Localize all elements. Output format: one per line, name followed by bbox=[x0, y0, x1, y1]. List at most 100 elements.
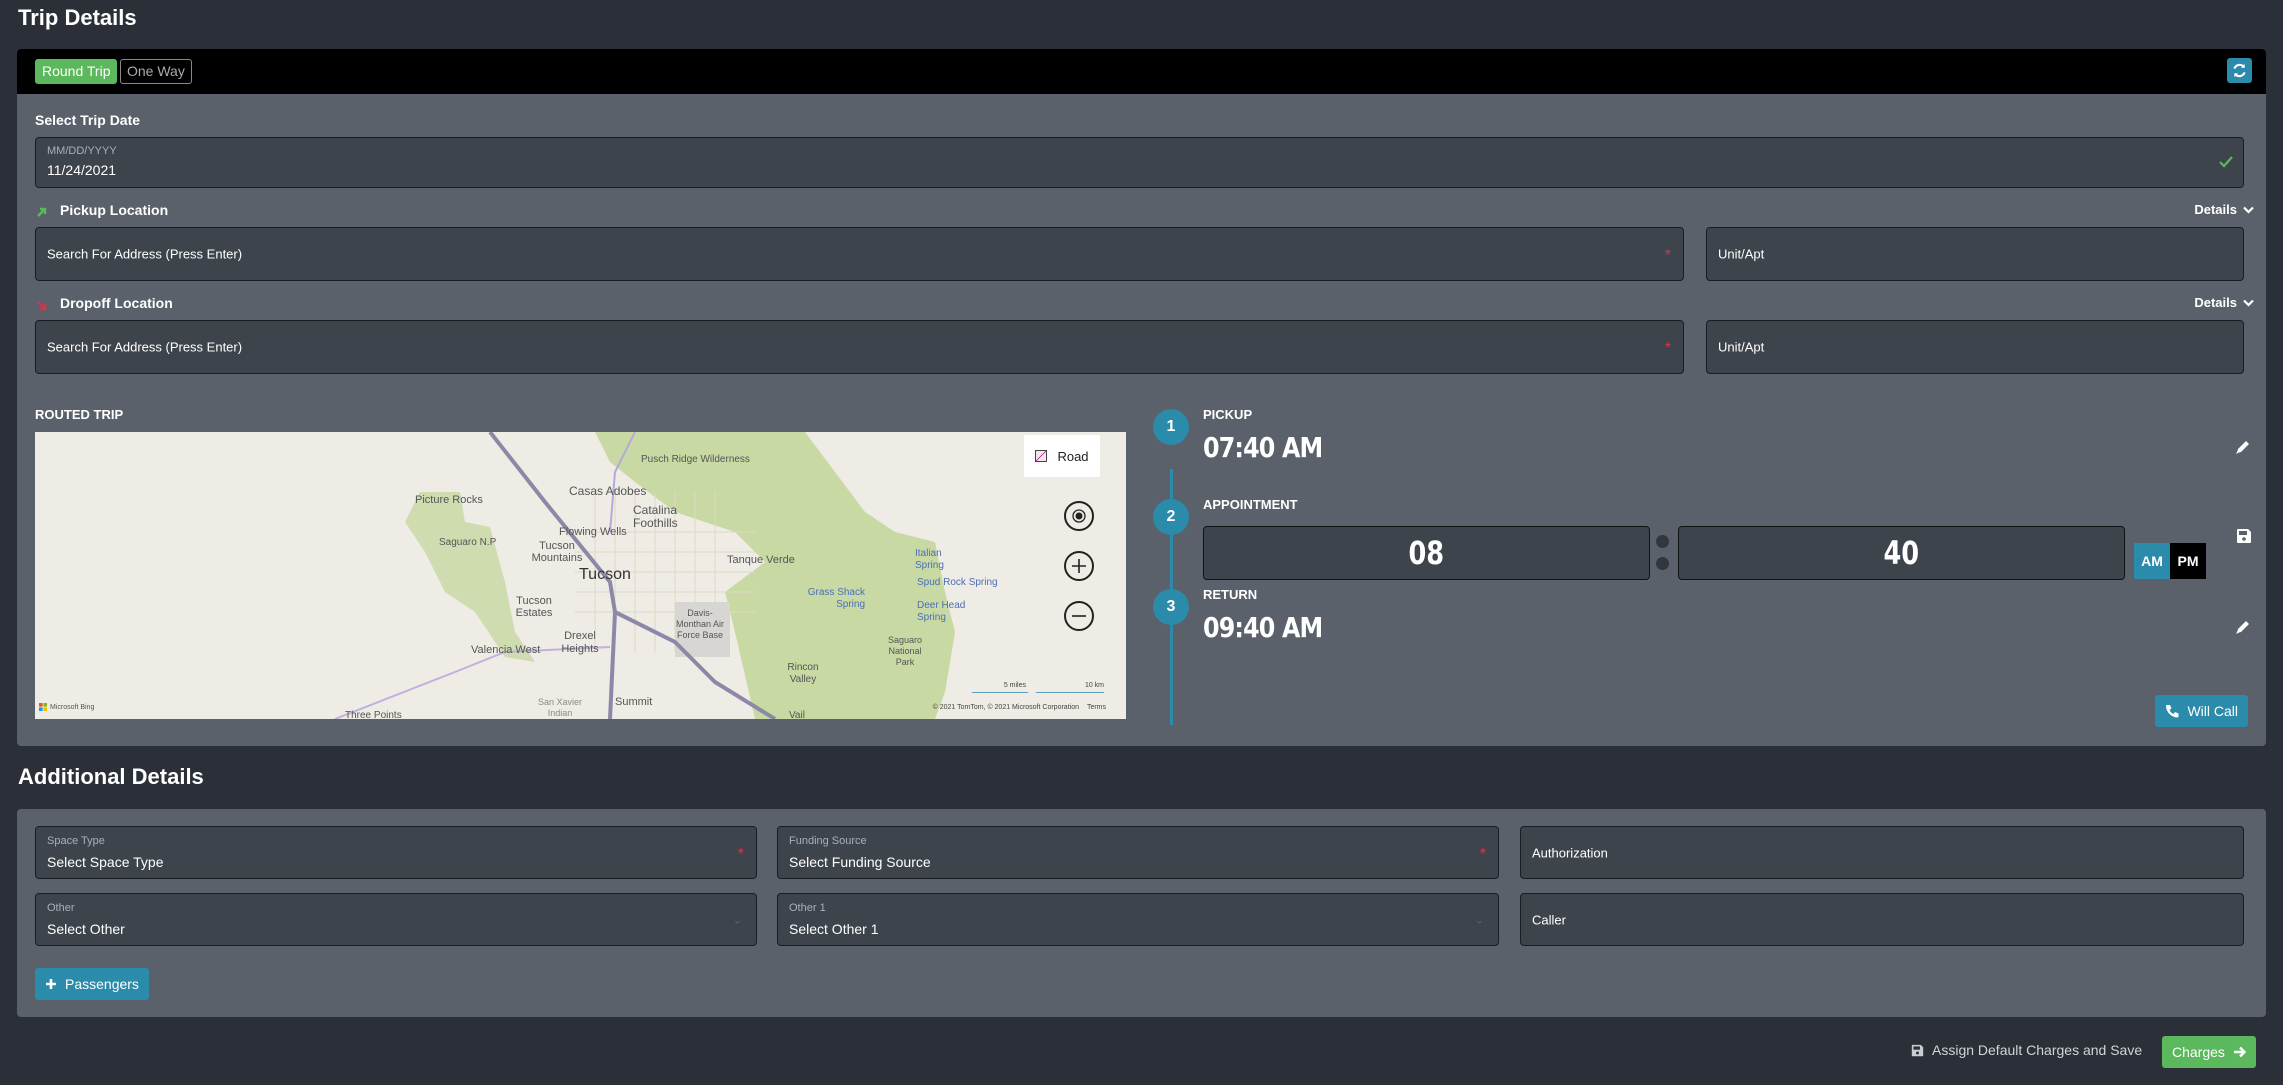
terms-link[interactable]: Terms bbox=[1087, 704, 1106, 711]
other-label: Other bbox=[47, 902, 75, 914]
map-label: Saguaro National Park bbox=[887, 635, 923, 667]
will-call-button[interactable]: Will Call bbox=[2155, 695, 2248, 727]
one-way-button[interactable]: One Way bbox=[120, 59, 192, 84]
routed-trip-label: ROUTED TRIP bbox=[35, 407, 124, 422]
appointment-time-label: APPOINTMENT bbox=[1203, 497, 1298, 512]
map-attribution: © 2021 TomTom, © 2021 Microsoft Corporat… bbox=[933, 704, 1106, 711]
charges-button[interactable]: Charges bbox=[2162, 1036, 2256, 1068]
will-call-label: Will Call bbox=[2187, 703, 2238, 719]
map-label: Vail bbox=[789, 710, 805, 719]
required-indicator: * bbox=[1664, 246, 1671, 264]
map-label: Three Points bbox=[345, 710, 402, 719]
dropoff-address-input[interactable]: Search For Address (Press Enter) * bbox=[35, 320, 1684, 374]
funding-source-select[interactable]: Funding Source Select Funding Source * bbox=[777, 826, 1499, 879]
refresh-button[interactable] bbox=[2227, 58, 2252, 83]
pickup-details-toggle[interactable]: Details bbox=[2194, 202, 2254, 217]
map-label: Deer Head Spring bbox=[917, 600, 966, 623]
required-indicator: * bbox=[1664, 339, 1671, 357]
return-time-label: RETURN bbox=[1203, 587, 1258, 602]
time-colon-dot bbox=[1656, 557, 1669, 570]
pickup-unit-placeholder: Unit/Apt bbox=[1718, 246, 1765, 262]
trip-date-label: Select Trip Date bbox=[35, 112, 141, 128]
map-type-label: Road bbox=[1057, 448, 1089, 464]
dropoff-details-toggle[interactable]: Details bbox=[2194, 295, 2254, 310]
pm-toggle[interactable]: PM bbox=[2170, 543, 2206, 579]
other1-select[interactable]: Other 1 Select Other 1 ⌄ bbox=[777, 893, 1499, 946]
pickup-time-value: 07:40 AM bbox=[1203, 431, 1323, 464]
am-toggle[interactable]: AM bbox=[2134, 543, 2170, 579]
route-map[interactable]: Pusch Ridge Wilderness Casas Adobes Cata… bbox=[35, 432, 1126, 719]
map-label: Tucson bbox=[579, 566, 631, 583]
scale-bar-miles bbox=[972, 692, 1028, 693]
phone-icon bbox=[2166, 705, 2179, 718]
zoom-out-button[interactable] bbox=[1064, 601, 1094, 631]
map-label: Spud Rock Spring bbox=[917, 577, 998, 588]
minus-icon bbox=[1072, 615, 1086, 617]
dropoff-unit-input[interactable]: Unit/Apt bbox=[1706, 320, 2244, 374]
plus-icon bbox=[1072, 559, 1086, 573]
appointment-minute-input[interactable]: 40 bbox=[1678, 526, 2125, 580]
trip-details-panel: Round Trip One Way Select Trip Date MM/D… bbox=[17, 49, 2266, 746]
assign-default-charges-button[interactable]: Assign Default Charges and Save bbox=[1911, 1042, 2142, 1058]
refresh-icon bbox=[2233, 63, 2246, 78]
map-label: San Xavier Indian bbox=[537, 697, 583, 718]
round-trip-button[interactable]: Round Trip bbox=[35, 59, 118, 84]
pickup-location-label: Pickup Location bbox=[60, 202, 169, 218]
arrow-right-icon bbox=[2233, 1046, 2246, 1058]
map-label: Rincon Valley bbox=[787, 662, 819, 685]
chevron-down-icon bbox=[2243, 206, 2254, 214]
trip-type-bar: Round Trip One Way bbox=[17, 49, 2266, 94]
map-label: Grass Shack Spring bbox=[807, 587, 865, 610]
save-icon bbox=[1911, 1044, 1924, 1056]
trip-details-title: Trip Details bbox=[18, 5, 137, 30]
arrow-up-right-icon bbox=[37, 207, 47, 217]
space-type-value: Select Space Type bbox=[47, 854, 164, 870]
funding-source-value: Select Funding Source bbox=[789, 854, 931, 870]
additional-details-panel: Space Type Select Space Type * Funding S… bbox=[17, 809, 2266, 1017]
pickup-unit-input[interactable]: Unit/Apt bbox=[1706, 227, 2244, 281]
return-time-value: 09:40 AM bbox=[1203, 611, 1323, 644]
zoom-in-button[interactable] bbox=[1064, 551, 1094, 581]
map-label: Catalina Foothills bbox=[633, 503, 678, 530]
map-label: Valencia West bbox=[471, 644, 541, 656]
chevron-down-icon: ⌄ bbox=[1474, 914, 1484, 926]
caller-input[interactable]: Caller bbox=[1520, 893, 2244, 946]
add-passengers-button[interactable]: Passengers bbox=[35, 968, 149, 1000]
appointment-hour-input[interactable]: 08 bbox=[1203, 526, 1650, 580]
other-value: Select Other bbox=[47, 921, 125, 937]
map-label: Tanque Verde bbox=[727, 554, 795, 566]
map-label: Summit bbox=[615, 696, 653, 708]
check-icon bbox=[2219, 156, 2233, 168]
scale-miles: 5 miles bbox=[1003, 682, 1026, 689]
pickup-address-input[interactable]: Search For Address (Press Enter) * bbox=[35, 227, 1684, 281]
time-colon-dot bbox=[1656, 535, 1669, 548]
road-map-icon bbox=[1035, 450, 1048, 462]
dropoff-unit-placeholder: Unit/Apt bbox=[1718, 339, 1765, 355]
plus-icon bbox=[46, 979, 56, 989]
other-select[interactable]: Other Select Other ⌄ bbox=[35, 893, 757, 946]
map-type-button[interactable]: Road bbox=[1024, 435, 1100, 477]
edit-return-time-icon[interactable] bbox=[2234, 618, 2252, 636]
trip-date-field[interactable]: MM/DD/YYYY 11/24/2021 bbox=[35, 137, 2244, 188]
locate-icon bbox=[1072, 509, 1086, 523]
assign-default-charges-label: Assign Default Charges and Save bbox=[1932, 1042, 2143, 1058]
edit-pickup-time-icon[interactable] bbox=[2234, 438, 2252, 456]
map-label: Drexel Heights bbox=[561, 630, 599, 655]
pickup-time-label: PICKUP bbox=[1203, 407, 1253, 422]
trip-date-placeholder: MM/DD/YYYY bbox=[47, 145, 117, 157]
trip-date-value: 11/24/2021 bbox=[47, 162, 117, 178]
space-type-select[interactable]: Space Type Select Space Type * bbox=[35, 826, 757, 879]
microsoft-logo-icon bbox=[39, 703, 47, 711]
step-2-badge: 2 bbox=[1153, 499, 1189, 535]
map-label: Flowing Wells bbox=[559, 526, 627, 538]
save-appointment-icon[interactable] bbox=[2236, 528, 2252, 544]
map-label: Picture Rocks bbox=[415, 494, 483, 506]
locate-me-button[interactable] bbox=[1064, 501, 1094, 531]
bing-text: Microsoft Bing bbox=[50, 703, 95, 711]
attribution-text: © 2021 TomTom, © 2021 Microsoft Corporat… bbox=[932, 704, 1079, 711]
authorization-input[interactable]: Authorization bbox=[1520, 826, 2244, 879]
dropoff-details-label: Details bbox=[2194, 295, 2237, 310]
bing-logo: Microsoft Bing bbox=[39, 703, 94, 711]
other1-value: Select Other 1 bbox=[789, 921, 879, 937]
passengers-label: Passengers bbox=[65, 976, 139, 992]
